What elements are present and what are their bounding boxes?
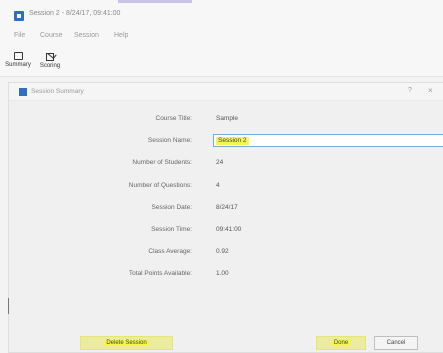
session-name-value: Session 2: [216, 137, 249, 145]
session-date-value: 8/24/17: [216, 204, 238, 211]
window-edge-marker: [8, 298, 9, 314]
scoring-icon: [45, 52, 55, 61]
menu-help[interactable]: Help: [114, 32, 128, 39]
total-points-row: Total Points Available: 1.00: [9, 267, 443, 281]
delete-session-label: Delete Session: [104, 340, 149, 346]
summary-icon: [13, 52, 23, 60]
course-title-label: Course Title:: [155, 115, 193, 122]
cancel-label: Cancel: [386, 340, 406, 346]
toolbar: Summary Scoring: [0, 42, 443, 77]
app-icon: [14, 11, 24, 21]
session-time-value: 09:41:00: [216, 226, 242, 233]
menu-course[interactable]: Course: [40, 32, 63, 39]
course-title-row: Course Title: Sample: [9, 112, 443, 126]
session-name-row: Session Name: Session 2: [9, 134, 443, 148]
session-summary-dialog: Session Summary ? × Course Title: Sample…: [8, 82, 443, 353]
questions-row: Number of Questions: 4: [9, 179, 443, 193]
done-label: Done: [331, 340, 351, 346]
class-average-row: Class Average: 0.92: [9, 245, 443, 259]
scoring-button[interactable]: Scoring: [34, 52, 66, 69]
summary-label: Summary: [5, 62, 31, 68]
title-bar: Session 2 - 8/24/17, 09:41:00: [0, 0, 443, 26]
session-name-input[interactable]: Session 2: [213, 134, 443, 147]
total-points-label: Total Points Available:: [128, 270, 192, 277]
total-points-value: 1.00: [216, 270, 229, 277]
dialog-title-bar: Session Summary ? ×: [9, 83, 443, 101]
course-title-value: Sample: [216, 115, 239, 122]
dialog-title: Session Summary: [31, 88, 84, 95]
session-name-label: Session Name:: [147, 137, 192, 144]
scoring-label: Scoring: [39, 63, 61, 69]
session-date-label: Session Date:: [151, 204, 192, 211]
session-date-row: Session Date: 8/24/17: [9, 201, 443, 215]
summary-button[interactable]: Summary: [2, 52, 34, 68]
help-icon[interactable]: ?: [408, 87, 412, 94]
students-label: Number of Students:: [132, 159, 192, 166]
session-time-label: Session Time:: [151, 226, 192, 233]
done-button[interactable]: Done: [316, 336, 366, 350]
class-average-label: Class Average:: [148, 248, 192, 255]
window-title: Session 2 - 8/24/17, 09:41:00: [29, 10, 121, 17]
questions-value: 4: [216, 182, 220, 189]
menu-bar: File Course Session Help: [0, 26, 443, 42]
students-row: Number of Students: 24: [9, 156, 443, 170]
close-icon[interactable]: ×: [428, 86, 433, 95]
students-value: 24: [216, 159, 224, 166]
questions-label: Number of Questions:: [128, 182, 192, 189]
cancel-button[interactable]: Cancel: [374, 336, 418, 350]
title-accent: [118, 0, 192, 3]
class-average-value: 0.92: [216, 248, 229, 255]
session-time-row: Session Time: 09:41:00: [9, 223, 443, 237]
menu-file[interactable]: File: [14, 32, 25, 39]
menu-session[interactable]: Session: [74, 32, 99, 39]
delete-session-button[interactable]: Delete Session: [80, 336, 173, 350]
dialog-app-icon: [19, 88, 27, 96]
